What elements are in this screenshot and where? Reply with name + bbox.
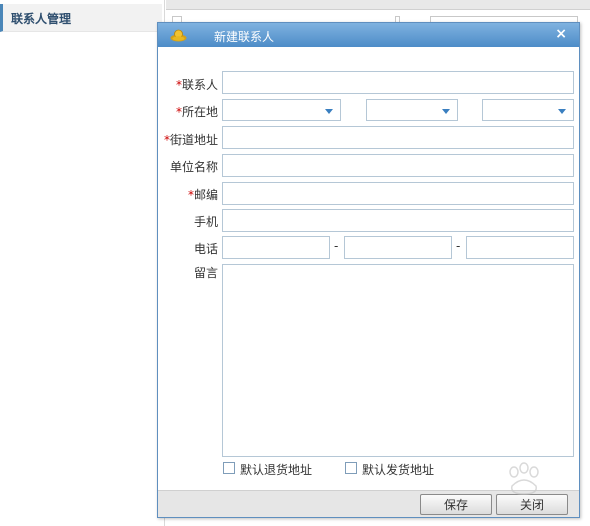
sidebar-item-label: 联系人管理 [11,12,72,26]
company-label: 单位名称 [169,160,218,174]
chevron-down-icon [325,109,333,114]
phone-extension-input[interactable] [466,236,574,259]
dialog-titlebar[interactable]: 新建联系人 × [158,23,579,47]
phone-label: 电话 [193,242,218,256]
street-address-input[interactable] [222,126,574,149]
contact-label: *联系人 [175,78,218,92]
phone-number-input[interactable] [344,236,452,259]
street-label: *街道地址 [163,133,218,147]
district-select[interactable] [482,99,574,121]
chevron-down-icon [442,109,450,114]
chevron-down-icon [558,109,566,114]
sidebar-item-contact-management[interactable]: 联系人管理 [0,4,162,32]
dialog-title: 新建联系人 [214,30,275,44]
baidu-paw-watermark-icon [509,462,539,495]
company-input[interactable] [222,154,574,177]
contact-icon [170,29,187,42]
sidebar: 联系人管理 [0,0,165,526]
background-toolbar [166,0,590,10]
default-shipping-address-label: 默认发货地址 [362,463,435,477]
message-label: 留言 [193,266,218,280]
contact-input[interactable] [222,71,574,94]
mobile-label: 手机 [193,215,218,229]
phone-separator: - [334,239,339,253]
phone-area-code-input[interactable] [222,236,330,259]
postcode-label: *邮编 [187,188,218,202]
dialog-form: *联系人 *所在地 *街道地址 单位名称 *邮编 手机 电话 - - 留言 默认… [158,47,579,490]
mobile-input[interactable] [222,209,574,232]
default-return-address-label: 默认退货地址 [240,463,313,477]
phone-separator: - [456,239,461,253]
postcode-input[interactable] [222,182,574,205]
save-button[interactable]: 保存 [420,494,492,515]
close-icon[interactable]: × [555,26,567,42]
location-label: *所在地 [175,105,218,119]
city-select[interactable] [366,99,458,121]
default-shipping-address-checkbox[interactable] [345,462,357,474]
default-return-address-checkbox[interactable] [223,462,235,474]
province-select[interactable] [222,99,341,121]
message-textarea[interactable] [222,264,574,457]
new-contact-dialog: 新建联系人 × *联系人 *所在地 *街道地址 单位名称 *邮编 手机 电话 -… [157,22,580,518]
